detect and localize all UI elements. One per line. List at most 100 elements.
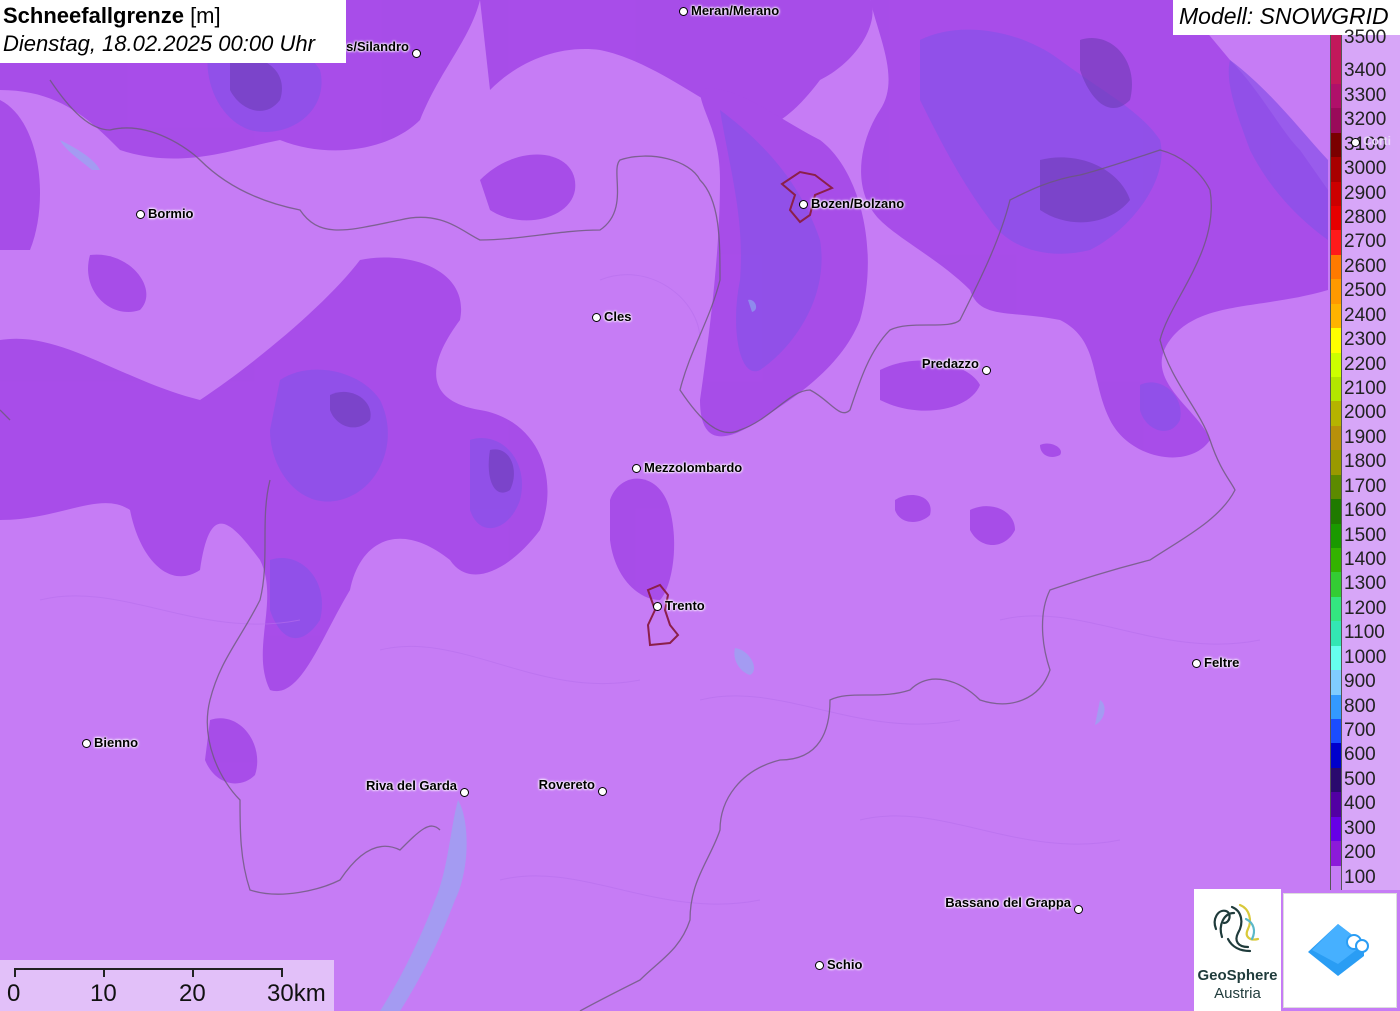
scale-tick — [192, 968, 194, 977]
city-marker — [653, 602, 662, 611]
legend-label: 600 — [1344, 744, 1376, 766]
legend-swatch — [1330, 523, 1342, 548]
legend-label: 1600 — [1344, 500, 1387, 522]
legend-label: 1400 — [1344, 549, 1387, 570]
legend-label: 2400 — [1344, 304, 1387, 326]
legend-label: 2100 — [1344, 378, 1387, 399]
app-logo-icon — [1308, 924, 1369, 976]
legend-swatch — [1330, 865, 1342, 890]
app-logo[interactable] — [1283, 893, 1397, 1008]
city-label: Schio — [827, 957, 863, 972]
geosphere-logo-line1: GeoSphere — [1197, 967, 1278, 984]
legend-swatch — [1330, 108, 1342, 133]
legend-row: 2800 — [1328, 206, 1400, 231]
legend-swatch — [1330, 83, 1342, 109]
legend-row: 3500 — [1328, 27, 1400, 60]
legend-swatch — [1330, 230, 1342, 255]
city-marker — [460, 788, 469, 797]
city-label: Bozen/Bolzano — [811, 196, 905, 211]
legend-row: 300 — [1328, 816, 1400, 842]
legend-label: 700 — [1344, 720, 1376, 741]
legend-swatch — [1330, 792, 1342, 817]
legend-swatch — [1330, 621, 1342, 646]
color-legend: 3500 3400 3300 3200 3100 3000 2900 2800 2700 2600… — [1328, 27, 1400, 890]
legend-swatch — [1330, 572, 1342, 597]
legend-row: 2600 — [1328, 254, 1400, 280]
legend-row: 2300 — [1328, 328, 1400, 353]
legend-label: 2500 — [1344, 280, 1387, 302]
scale-label-0: 0 — [7, 980, 21, 1007]
city-label: Trento — [665, 598, 705, 613]
legend-label: 1500 — [1344, 524, 1387, 546]
legend-label: 2300 — [1344, 329, 1387, 351]
legend-label: 1800 — [1344, 451, 1387, 473]
city-label: Predazzo — [921, 356, 979, 371]
scale-label-10: 10 — [90, 980, 117, 1007]
legend-row: 900 — [1328, 670, 1400, 695]
legend-swatch — [1330, 450, 1342, 475]
legend-swatch — [1330, 719, 1342, 744]
city-label: Rovereto — [538, 777, 595, 792]
legend-swatch — [1330, 157, 1342, 182]
legend-swatch — [1330, 132, 1342, 158]
legend-swatch — [1330, 767, 1342, 793]
legend-swatch — [1330, 841, 1342, 866]
legend-label: 1900 — [1344, 426, 1387, 448]
legend-swatch — [1330, 279, 1342, 304]
scale-tick — [281, 968, 283, 977]
legend-row: 800 — [1328, 694, 1400, 719]
legend-row: 700 — [1328, 719, 1400, 744]
legend-label: 1200 — [1344, 597, 1387, 619]
legend-swatch — [1330, 59, 1342, 84]
legend-label: 3400 — [1344, 60, 1387, 82]
legend-row: 600 — [1328, 743, 1400, 768]
legend-row: 2700 — [1328, 230, 1400, 255]
legend-swatch — [1330, 181, 1342, 206]
legend-label: 3300 — [1344, 84, 1387, 106]
city-label: Cles — [604, 309, 632, 324]
legend-swatch — [1330, 206, 1342, 231]
legend-label: 100 — [1344, 866, 1376, 888]
map-timestamp: Dienstag, 18.02.2025 00:00 Uhr — [3, 31, 315, 56]
legend-row: 1000 — [1328, 645, 1400, 671]
legend-row: 2000 — [1328, 401, 1400, 426]
legend-row: 1300 — [1328, 572, 1400, 597]
legend-swatch — [1330, 499, 1342, 524]
geosphere-logo[interactable]: GeoSphere Austria — [1194, 889, 1281, 1011]
legend-row: 2900 — [1328, 181, 1400, 206]
city-label: Mezzolombardo — [644, 460, 743, 475]
legend-swatch — [1330, 645, 1342, 671]
legend-label: 500 — [1344, 768, 1376, 790]
scale-tick — [14, 968, 16, 977]
city-marker — [815, 961, 824, 970]
legend-row: 2200 — [1328, 352, 1400, 377]
legend-swatch — [1330, 303, 1342, 329]
snowfall-map[interactable] — [0, 0, 1400, 1011]
legend-label: 900 — [1344, 671, 1376, 693]
legend-swatch — [1330, 670, 1342, 695]
legend-row: 1800 — [1328, 450, 1400, 475]
legend-label: 3500 — [1344, 27, 1387, 48]
scale-label-20: 20 — [179, 980, 206, 1007]
city-marker — [82, 739, 91, 748]
legend-label: 300 — [1344, 817, 1376, 839]
legend-label: 2800 — [1344, 207, 1387, 228]
city-marker — [632, 464, 641, 473]
legend-label: 3200 — [1344, 109, 1387, 131]
city-marker — [1074, 905, 1083, 914]
legend-swatch — [1330, 254, 1342, 280]
city-label: Corti — [1363, 134, 1391, 148]
legend-label: 3000 — [1344, 158, 1387, 180]
legend-label: 1000 — [1344, 646, 1387, 668]
legend-label: 800 — [1344, 695, 1376, 717]
legend-swatch — [1330, 425, 1342, 451]
legend-row: 1900 — [1328, 425, 1400, 451]
city-marker — [136, 210, 145, 219]
legend-row: 1200 — [1328, 596, 1400, 622]
legend-row: 3200 — [1328, 108, 1400, 133]
legend-row: 3000 — [1328, 157, 1400, 182]
legend-label: 1700 — [1344, 475, 1387, 497]
city-marker — [1351, 138, 1360, 147]
city-marker — [679, 7, 688, 16]
legend-row: 2400 — [1328, 303, 1400, 329]
